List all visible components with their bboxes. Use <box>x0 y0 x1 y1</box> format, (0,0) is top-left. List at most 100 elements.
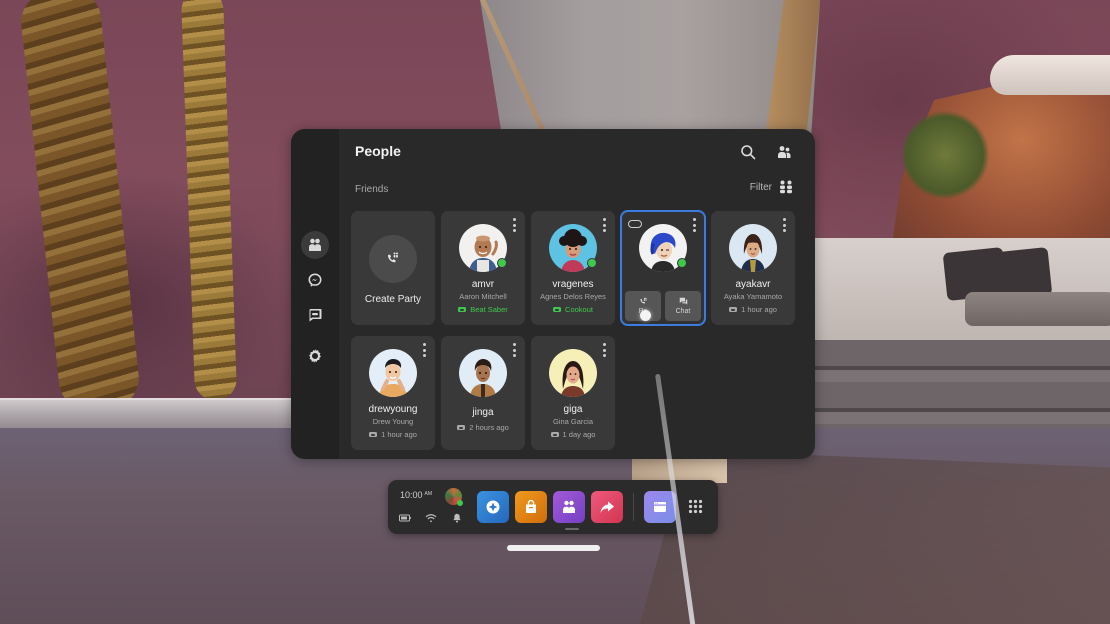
avatar <box>729 224 777 272</box>
real-name: Aaron Mitchell <box>459 292 507 301</box>
avatar <box>639 224 687 272</box>
gear-icon <box>309 349 321 363</box>
username: jinga <box>472 407 494 418</box>
more-options-button[interactable] <box>691 218 697 232</box>
last-seen-status: 1 hour ago <box>369 430 417 439</box>
headset-icon <box>457 425 466 430</box>
dock-drag-handle[interactable] <box>565 528 579 530</box>
system-status <box>399 513 463 523</box>
cliff-building <box>990 55 1110 95</box>
username: ayakavr <box>735 279 771 290</box>
nav-item-people[interactable] <box>301 231 329 259</box>
create-party-card[interactable]: Create Party <box>351 211 435 325</box>
profile-avatar-button[interactable] <box>445 488 463 506</box>
friend-card[interactable]: drewyoung Drew Young 1 hour ago <box>351 336 435 450</box>
app-store[interactable] <box>515 491 547 523</box>
headset-icon <box>729 307 738 312</box>
filter-people-icon <box>780 180 792 194</box>
friend-card[interactable]: amvr Aaron Mitchell Beat Saber <box>441 211 525 325</box>
nav-item-settings[interactable] <box>301 342 329 370</box>
messenger-icon <box>308 273 322 287</box>
party-call-icon <box>640 297 647 304</box>
headset-icon <box>628 220 642 228</box>
quick-actions: Pa Chat <box>625 291 701 321</box>
activity-status: Beat Saber <box>458 305 508 314</box>
clock: 10:00 AM <box>400 490 432 500</box>
app-library-grid-icon[interactable] <box>688 499 703 514</box>
online-indicator <box>587 258 597 268</box>
battery-icon[interactable] <box>399 513 411 523</box>
app-share[interactable] <box>591 491 623 523</box>
real-name: Gina Garcia <box>552 417 594 426</box>
friend-card-hovered[interactable]: Pa Chat <box>620 210 706 326</box>
avatar <box>459 224 507 272</box>
party-call-icon <box>388 252 398 263</box>
headset-icon <box>553 307 562 312</box>
search-button[interactable] <box>739 143 757 161</box>
filter-label: Filter <box>749 181 772 193</box>
more-options-button[interactable] <box>511 218 517 232</box>
last-seen-status: 1 day ago <box>550 430 596 439</box>
filter-button[interactable]: Filter <box>750 180 793 194</box>
sofa-seat <box>965 292 1110 326</box>
avatar <box>549 224 597 272</box>
headset-icon <box>458 307 467 312</box>
last-seen-label: 2 hours ago <box>469 423 509 432</box>
pinned-apps <box>477 491 676 523</box>
bell-icon[interactable] <box>451 513 463 523</box>
share-arrow-icon <box>600 501 614 513</box>
more-options-button[interactable] <box>421 343 427 357</box>
avatar <box>369 349 417 397</box>
friend-card[interactable]: ayakavr Ayaka Yamamoto 1 hour ago <box>711 211 795 325</box>
more-options-button[interactable] <box>511 343 517 357</box>
friend-card[interactable]: giga Gina Garcia 1 day ago <box>531 336 615 450</box>
online-indicator <box>677 258 687 268</box>
people-add-icon <box>778 146 791 158</box>
nav-rail <box>291 129 339 459</box>
last-seen-label: 1 hour ago <box>741 305 777 314</box>
create-party-label: Create Party <box>364 294 422 305</box>
friends-grid: Create Party amvr Aaron Mitchell Beat Sa… <box>351 210 795 450</box>
avatar-image <box>459 349 507 397</box>
people-icon <box>309 238 321 251</box>
ledge <box>0 398 300 432</box>
more-options-button[interactable] <box>601 218 607 232</box>
app-explore[interactable] <box>477 491 509 523</box>
username: drewyoung <box>368 404 418 415</box>
panel-content: People Friends Filter Create Party amvr … <box>339 129 815 459</box>
headset-icon <box>550 432 559 437</box>
username: vragenes <box>552 279 594 290</box>
last-seen-label: 1 hour ago <box>381 430 417 439</box>
create-party-button[interactable] <box>369 235 417 283</box>
last-seen-status: 2 hours ago <box>457 423 509 432</box>
nav-item-messenger[interactable] <box>301 266 329 294</box>
app-people[interactable] <box>553 491 585 523</box>
nav-item-chats[interactable] <box>301 301 329 329</box>
universal-menu-bar: 10:00 AM <box>388 480 718 534</box>
activity-label: Beat Saber <box>470 305 508 314</box>
wifi-icon[interactable] <box>425 513 437 523</box>
avatar-image <box>729 224 777 272</box>
headset-icon <box>369 432 378 437</box>
real-name: Agnes Delos Reyes <box>540 292 606 301</box>
avatar <box>549 349 597 397</box>
shopping-bag-icon <box>526 499 536 513</box>
chat-quick-button[interactable]: Chat <box>665 291 701 321</box>
avatar <box>459 349 507 397</box>
compass-icon <box>486 500 500 514</box>
last-seen-label: 1 day ago <box>562 430 596 439</box>
more-options-button[interactable] <box>781 218 787 232</box>
window-move-bar[interactable] <box>507 545 600 551</box>
more-options-button[interactable] <box>601 343 607 357</box>
real-name: Drew Young <box>372 417 414 426</box>
username: amvr <box>471 279 495 290</box>
people-icon <box>563 500 575 513</box>
browser-window-icon <box>654 502 666 512</box>
avatar-image <box>369 349 417 397</box>
plants <box>900 110 990 200</box>
chat-quick-label: Chat <box>675 308 691 315</box>
friend-card[interactable]: vragenes Agnes Delos Reyes Cookout <box>531 211 615 325</box>
pillar-base <box>632 455 727 483</box>
add-friends-button[interactable] <box>775 143 793 161</box>
friend-card[interactable]: jinga 2 hours ago <box>441 336 525 450</box>
